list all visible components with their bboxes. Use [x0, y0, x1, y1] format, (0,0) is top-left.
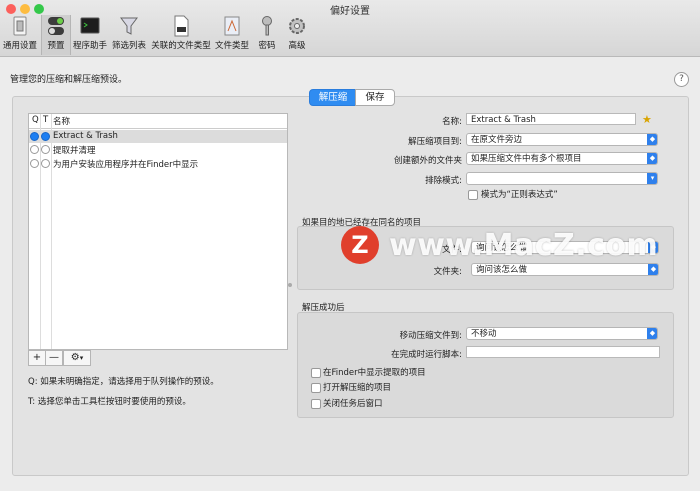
preset-name: 为用户安装应用程序并在Finder中显示	[53, 160, 199, 170]
watermark-text: www.MacZ.com	[389, 228, 659, 263]
help-button[interactable]: ?	[674, 72, 689, 87]
updown-arrow-icon: ◆	[648, 264, 658, 275]
updown-arrow-icon: ◆	[647, 134, 657, 145]
move-label: 移动压缩文件到:	[399, 331, 462, 341]
toolbar-filters[interactable]: 筛选列表	[110, 15, 148, 55]
title-bar: 偏好设置 通用设置 预置 程序助手 筛选列表 关联的文件类型 文件类型 密码 高…	[0, 0, 700, 57]
list-item[interactable]: 为用户安装应用程序并在Finder中显示	[29, 157, 287, 170]
chevron-down-icon: ▾	[79, 354, 84, 362]
header-t[interactable]: T	[43, 115, 48, 125]
toolbar-associated-types[interactable]: 关联的文件类型	[150, 15, 212, 55]
script-label: 在完成时运行脚本:	[391, 350, 462, 360]
regex-label: 模式为“正则表达式”	[481, 190, 558, 200]
document-type-icon	[224, 16, 240, 36]
gear-icon	[289, 18, 305, 34]
zip-file-icon	[174, 15, 189, 37]
toolbar-presets[interactable]: 预置	[41, 15, 71, 55]
header-q[interactable]: Q	[32, 115, 39, 125]
note-t: T: 选择您单击工具栏按钮时要使用的预设。	[28, 397, 191, 407]
show-in-finder-label: 在Finder中显示提取的项目	[323, 368, 426, 378]
open-items-checkbox[interactable]	[311, 383, 321, 393]
gear-icon: ⚙	[70, 352, 80, 363]
list-header: Q T 名称	[29, 114, 287, 129]
show-in-finder-checkbox[interactable]	[311, 368, 321, 378]
folder-label: 文件夹:	[433, 267, 462, 277]
light-switch-icon	[13, 16, 27, 36]
toolbar-radio[interactable]	[41, 145, 50, 154]
toolbar-general[interactable]: 通用设置	[0, 15, 40, 55]
move-archive-select[interactable]: 不移动 ◆	[466, 327, 658, 340]
splitter-handle[interactable]	[288, 283, 292, 287]
open-items-label: 打开解压缩的项目	[323, 383, 392, 393]
preset-name: Extract & Trash	[53, 131, 118, 141]
name-field[interactable]: Extract & Trash	[466, 113, 636, 125]
extract-to-label: 解压缩项目到:	[408, 137, 462, 147]
close-window-label: 关闭任务后窗口	[323, 399, 383, 409]
toggle-switch-icon	[48, 17, 64, 35]
preset-name: 提取并清理	[53, 146, 96, 156]
funnel-icon	[120, 17, 138, 35]
toolbar-file-types[interactable]: 文件类型	[214, 15, 250, 55]
updown-arrow-icon: ◆	[647, 153, 657, 164]
page-description: 管理您的压缩和解压缩预设。	[10, 75, 128, 85]
watermark-logo: Z	[341, 226, 379, 264]
toolbar-radio[interactable]	[41, 159, 50, 168]
queue-radio[interactable]	[30, 159, 39, 168]
create-folder-select[interactable]: 如果压缩文件中有多个根项目 ◆	[466, 152, 658, 165]
name-label: 名称:	[442, 117, 462, 127]
remove-preset-button[interactable]: —	[45, 350, 63, 366]
chevron-down-icon: ▾	[647, 173, 657, 184]
note-q: Q: 如果未明确指定，请选择用于队列操作的预设。	[28, 377, 219, 387]
script-field[interactable]	[466, 346, 660, 358]
list-item[interactable]: Extract & Trash	[29, 130, 287, 143]
folder-exists-select[interactable]: 询问该怎么做 ◆	[471, 263, 659, 276]
action-menu-button[interactable]: ⚙▾	[63, 350, 91, 366]
preset-list[interactable]: Q T 名称 Extract & Trash 提取并清理 为用户安装应用程序并在…	[28, 113, 288, 350]
key-icon	[262, 16, 272, 36]
queue-radio[interactable]	[30, 145, 39, 154]
create-folder-label: 创建额外的文件夹	[393, 156, 462, 166]
toolbar-password[interactable]: 密码	[254, 15, 280, 55]
regex-checkbox[interactable]	[468, 190, 478, 200]
tab-extract[interactable]: 解压缩	[309, 89, 357, 106]
terminal-icon	[80, 17, 100, 34]
updown-arrow-icon: ◆	[647, 328, 657, 339]
toolbar-radio[interactable]	[41, 132, 50, 141]
list-item[interactable]: 提取并清理	[29, 143, 287, 156]
close-window-checkbox[interactable]	[311, 399, 321, 409]
exclude-label: 排除模式:	[425, 176, 462, 186]
extract-to-select[interactable]: 在原文件旁边 ◆	[466, 133, 658, 146]
exclude-combo[interactable]: ▾	[466, 172, 658, 185]
star-icon[interactable]: ★	[642, 113, 652, 126]
toolbar-helpers[interactable]: 程序助手	[72, 15, 108, 55]
tab-save[interactable]: 保存	[355, 89, 395, 106]
header-name[interactable]: 名称	[53, 115, 70, 127]
add-preset-button[interactable]: +	[28, 350, 46, 366]
queue-radio[interactable]	[30, 132, 39, 141]
toolbar-advanced[interactable]: 高级	[283, 15, 311, 55]
